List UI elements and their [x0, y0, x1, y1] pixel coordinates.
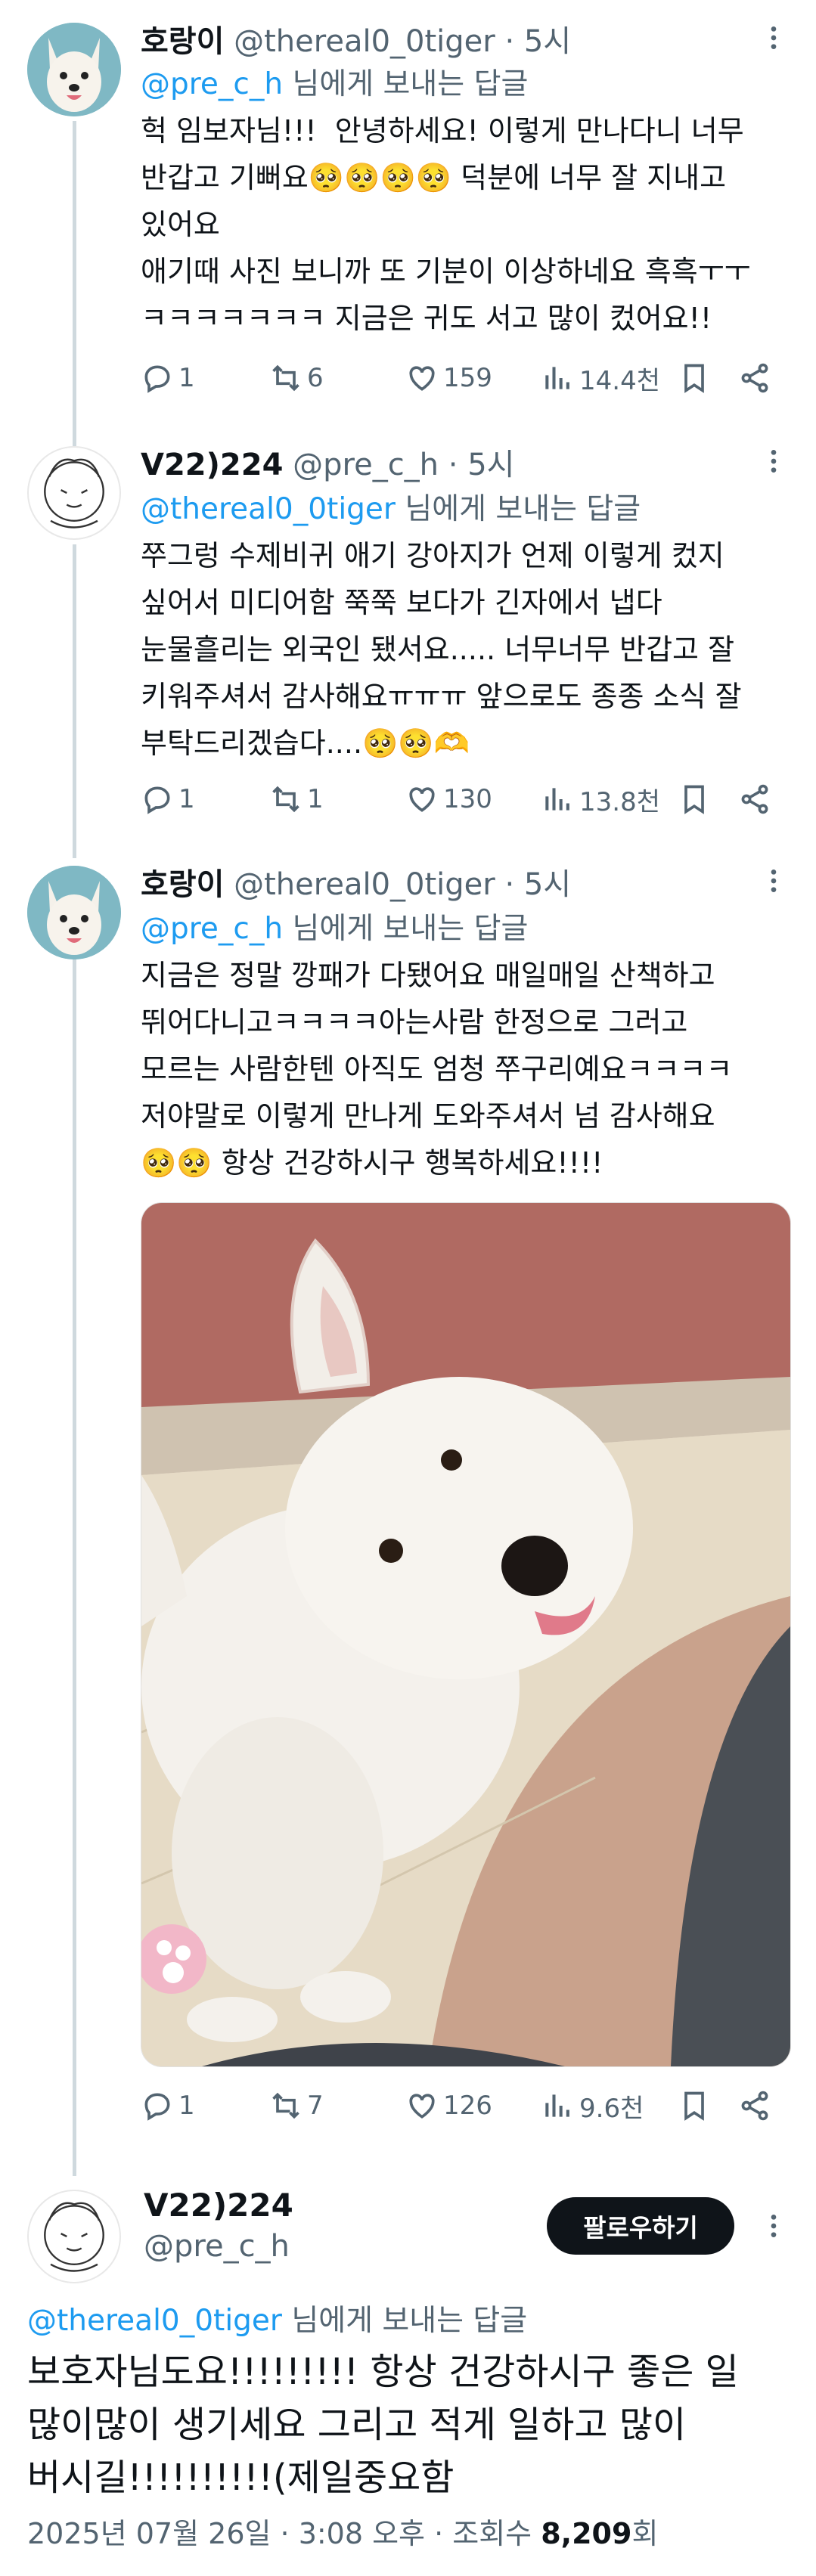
- tweet-time[interactable]: · 5시: [448, 448, 515, 482]
- reply-to-line: @thereal0_0tiger 님에게 보내는 답글: [141, 485, 641, 528]
- display-name[interactable]: 호랑이: [141, 867, 224, 902]
- reply-icon: [144, 2093, 170, 2121]
- timestamp[interactable]: 2025년 07월 26일 · 3:08 오후 · 조회수: [27, 2517, 541, 2550]
- bookmark-icon[interactable]: [678, 783, 711, 816]
- user-handle[interactable]: @thereal0_0tiger: [234, 867, 495, 902]
- retweet-button[interactable]: 6: [269, 355, 324, 401]
- main-tweet-text: 보호자님도요!!!!!!!!! 항상 건강하시구 좋은 일 많이많이 생기세요 …: [27, 2351, 739, 2499]
- retweet-count: 1: [307, 784, 324, 814]
- reply-count: 1: [178, 363, 195, 393]
- action-bar: 1 7 126 9.6천: [141, 2083, 791, 2128]
- retweet-button[interactable]: 1: [269, 777, 324, 822]
- views-icon: [545, 2094, 569, 2117]
- reply-to-suffix: 님에게 보내는 답글: [283, 912, 529, 946]
- view-suffix: 회: [631, 2517, 659, 2550]
- tweet-text: 쭈그렁 수제비귀 애기 강아지가 언제 이렇게 컸지 싶어서 미디어함 쭉쭉 보…: [141, 539, 742, 760]
- views-icon: [545, 788, 569, 811]
- view-count: 9.6천: [579, 2093, 644, 2124]
- tweet-1[interactable]: 호랑이 @thereal0_0tiger · 5시 @pre_c_h 님에게 보…: [0, 0, 816, 423]
- tweet-time[interactable]: · 5시: [504, 24, 571, 59]
- like-count: 130: [443, 784, 492, 814]
- like-icon: [409, 787, 435, 812]
- reply-icon: [144, 365, 170, 393]
- reply-to-line: @pre_c_h 님에게 보내는 답글: [141, 905, 528, 947]
- reply-icon: [144, 786, 170, 814]
- share-icon[interactable]: [738, 361, 771, 395]
- tweet-header: 호랑이 @thereal0_0tiger · 5시: [141, 860, 571, 904]
- share-icon[interactable]: [738, 783, 771, 816]
- share-icon[interactable]: [738, 2089, 771, 2122]
- tweet-photo[interactable]: [141, 1202, 791, 2067]
- like-button[interactable]: 130: [405, 777, 492, 822]
- follow-button[interactable]: 팔로우하기: [547, 2197, 734, 2255]
- retweet-button[interactable]: 7: [269, 2083, 324, 2128]
- display-name[interactable]: V22)224: [141, 448, 283, 482]
- more-icon[interactable]: [759, 866, 789, 896]
- main-user-handle[interactable]: @pre_c_h: [144, 2229, 290, 2264]
- reply-to-line: @thereal0_0tiger 님에게 보내는 답글: [27, 2297, 527, 2339]
- reply-to-suffix: 님에게 보내는 답글: [395, 492, 641, 526]
- retweet-count: 6: [307, 363, 324, 393]
- reply-button[interactable]: 1: [141, 2083, 195, 2128]
- user-handle[interactable]: @pre_c_h: [293, 448, 439, 482]
- action-bar: 1 1 130 13.8천: [141, 777, 791, 822]
- reply-button[interactable]: 1: [141, 777, 195, 822]
- like-icon: [409, 366, 435, 391]
- display-name[interactable]: 호랑이: [141, 24, 224, 59]
- retweet-icon: [272, 2092, 299, 2119]
- reply-mention-link[interactable]: @thereal0_0tiger: [27, 2304, 282, 2338]
- reply-to-line: @pre_c_h 님에게 보내는 답글: [141, 60, 528, 103]
- view-count: 13.8천: [579, 786, 660, 817]
- retweet-icon: [272, 786, 299, 813]
- main-view-count: 8,209: [541, 2517, 632, 2550]
- retweet-icon: [272, 364, 299, 392]
- main-tweet: V22)224 @pre_c_h 팔로우하기 @thereal0_0tiger …: [0, 2185, 816, 2576]
- reply-mention-link[interactable]: @pre_c_h: [141, 912, 283, 946]
- tweet-time[interactable]: · 5시: [504, 867, 571, 902]
- reply-count: 1: [178, 2091, 195, 2121]
- like-button[interactable]: 159: [405, 355, 492, 401]
- reply-button[interactable]: 1: [141, 355, 195, 401]
- like-button[interactable]: 126: [405, 2083, 492, 2128]
- tweet-header: V22)224 @pre_c_h · 5시: [141, 440, 514, 484]
- more-icon[interactable]: [759, 446, 789, 476]
- tweet-text: 지금은 정말 깡패가 다됐어요 매일매일 산책하고 뛰어다니고ㅋㅋㅋㅋ아는사람 …: [141, 959, 733, 1180]
- reply-mention-link[interactable]: @thereal0_0tiger: [141, 492, 396, 526]
- reply-to-suffix: 님에게 보내는 답글: [281, 2304, 528, 2338]
- action-bar: 1 6 159 14.4천: [141, 355, 791, 401]
- views-button[interactable]: 14.4천: [541, 355, 660, 401]
- tweet-text: 헉 임보자님!!! 안녕하세요! 이렇게 만나다니 너무 반갑고 기뻐요🥺🥺🥺🥺…: [141, 114, 751, 335]
- avatar[interactable]: [27, 2190, 121, 2283]
- bookmark-icon[interactable]: [678, 2089, 711, 2122]
- views-button[interactable]: 9.6천: [541, 2083, 644, 2128]
- view-count: 14.4천: [579, 365, 660, 396]
- views-button[interactable]: 13.8천: [541, 777, 660, 822]
- reply-mention-link[interactable]: @pre_c_h: [141, 67, 283, 101]
- reply-count: 1: [178, 784, 195, 814]
- views-icon: [545, 367, 569, 389]
- avatar[interactable]: [27, 866, 121, 959]
- like-count: 159: [443, 363, 492, 393]
- retweet-count: 7: [307, 2091, 324, 2121]
- main-display-name[interactable]: V22)224: [144, 2187, 293, 2224]
- like-count: 126: [443, 2091, 492, 2121]
- reply-to-suffix: 님에게 보내는 답글: [283, 67, 529, 101]
- tweet-header: 호랑이 @thereal0_0tiger · 5시: [141, 17, 571, 60]
- more-icon[interactable]: [759, 23, 789, 53]
- avatar[interactable]: [27, 446, 121, 540]
- more-icon[interactable]: [759, 2211, 789, 2241]
- like-icon: [409, 2094, 435, 2119]
- avatar[interactable]: [27, 23, 121, 116]
- user-handle[interactable]: @thereal0_0tiger: [234, 24, 495, 59]
- bookmark-icon[interactable]: [678, 361, 711, 395]
- tweet-metadata: 2025년 07월 26일 · 3:08 오후 · 조회수 8,209회: [27, 2510, 658, 2552]
- tweet-2[interactable]: V22)224 @pre_c_h · 5시 @thereal0_0tiger 님…: [0, 423, 816, 843]
